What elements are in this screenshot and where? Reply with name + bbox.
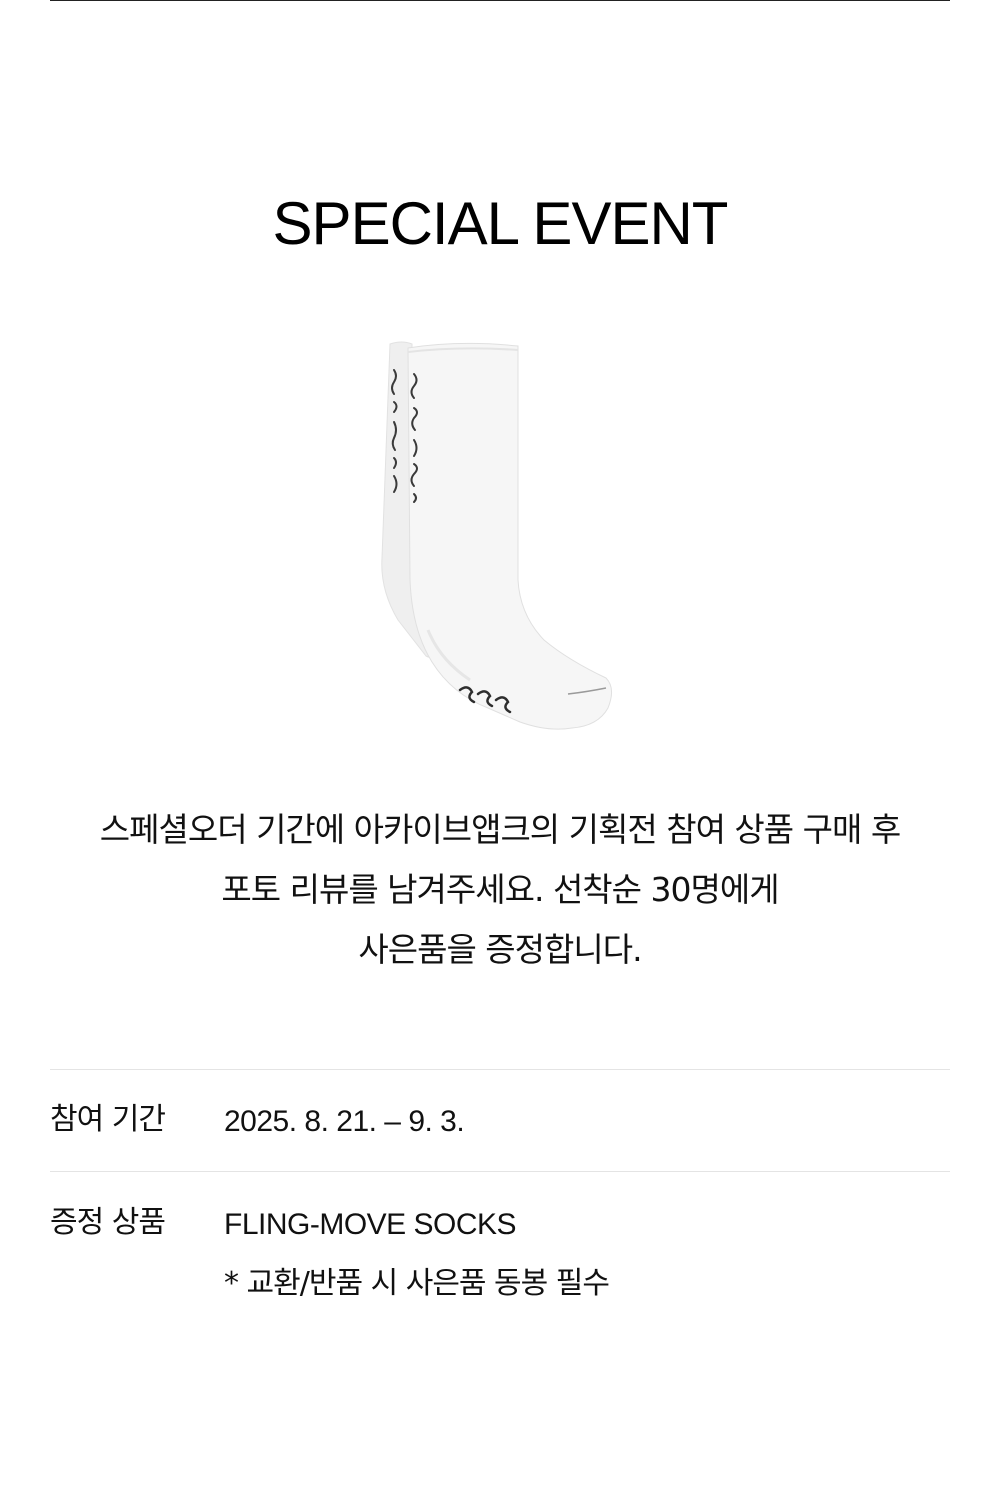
description-line: 스페셜오더 기간에 아카이브앱크의 기획전 참여 상품 구매 후: [99, 810, 901, 849]
socks-illustration: [381, 341, 612, 730]
period-label: 참여 기간: [50, 1102, 166, 1137]
product-image: [360, 330, 640, 760]
page-title: SPECIAL EVENT: [272, 190, 729, 257]
description-line: 사은품을 증정합니다.: [358, 930, 642, 969]
info-divider: [50, 1069, 950, 1070]
description-line: 포토 리뷰를 남겨주세요. 선착순 30명에게: [221, 870, 779, 909]
event-description: 스페셜오더 기간에 아카이브앱크의 기획전 참여 상품 구매 후 포토 리뷰를 …: [50, 800, 950, 980]
period-value: 2025. 8. 21. – 9. 3.: [224, 1105, 465, 1138]
gift-note: * 교환/반품 시 사은품 동봉 필수: [224, 1266, 610, 1301]
gift-value: FLING-MOVE SOCKS: [224, 1208, 517, 1241]
info-divider: [50, 1171, 950, 1172]
top-divider: [50, 0, 950, 1]
gift-label: 증정 상품: [50, 1205, 166, 1240]
front-sock: [407, 342, 612, 730]
